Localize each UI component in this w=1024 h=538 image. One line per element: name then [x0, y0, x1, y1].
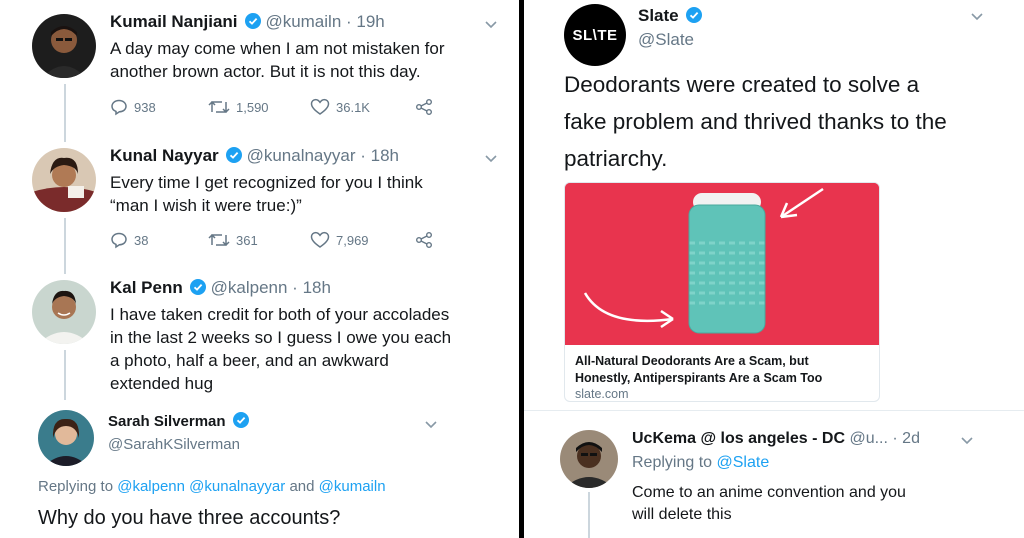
- tweet-text-line: patriarchy.: [564, 146, 668, 171]
- replying-to-last-handle[interactable]: @kumailn: [319, 478, 386, 495]
- author-handle[interactable]: @u...: [849, 430, 887, 447]
- tweet-actions: 938 1,590 36.1K: [110, 98, 434, 116]
- card-title-line: Honestly, Antiperspirants Are a Scam Too: [575, 371, 823, 385]
- author-name[interactable]: Kunal Nayyar: [110, 146, 219, 165]
- thread-connector: [64, 84, 66, 142]
- author-handle[interactable]: @kalpenn · 18h: [211, 278, 331, 297]
- like-count: 36.1K: [336, 99, 370, 115]
- reply-count: 38: [134, 232, 149, 248]
- chevron-down-icon[interactable]: [960, 436, 974, 446]
- link-card[interactable]: All-Natural Deodorants Are a Scam, but H…: [564, 182, 880, 402]
- replying-to-handle[interactable]: @Slate: [717, 454, 770, 471]
- share-icon[interactable]: [414, 98, 434, 116]
- chevron-down-icon[interactable]: [484, 20, 498, 30]
- author-name[interactable]: Kal Penn: [110, 278, 183, 297]
- tweet-actions: 38 361 7,969: [110, 231, 434, 249]
- reply-count: 938: [134, 99, 156, 115]
- retweet-count: 361: [236, 232, 258, 248]
- share-icon[interactable]: [414, 231, 434, 249]
- like-icon: [310, 231, 330, 248]
- avatar[interactable]: [32, 280, 96, 344]
- separator: [524, 410, 1024, 411]
- card-title-line: All-Natural Deodorants Are a Scam, but: [575, 354, 809, 368]
- author-name[interactable]: Slate: [638, 6, 679, 25]
- tweet-text-line: a photo, half a beer, and an awkward: [110, 351, 389, 370]
- verified-badge-icon: [244, 13, 261, 29]
- right-screenshot-panel: SL\TE Slate @Slate Deodorants were creat…: [524, 0, 1024, 538]
- retweet-count: 1,590: [236, 99, 269, 115]
- avatar[interactable]: [32, 14, 96, 78]
- author-handle[interactable]: @kumailn · 19h: [265, 12, 384, 31]
- retweet-icon: [208, 100, 230, 114]
- left-screenshot-panel: Kumail Nanjiani @kumailn · 19h A day may…: [0, 0, 520, 538]
- card-domain: slate.com: [575, 387, 629, 401]
- reply-icon: [111, 232, 127, 249]
- verified-badge-icon: [190, 279, 207, 295]
- replying-prefix: Replying to: [632, 454, 713, 471]
- author-handle[interactable]: @SarahKSilverman: [108, 436, 240, 453]
- avatar[interactable]: [38, 410, 94, 466]
- author-name[interactable]: Kumail Nanjiani: [110, 12, 238, 31]
- tweet-text-line: in the last 2 weeks so I guess I owe you…: [110, 328, 452, 347]
- author-name[interactable]: Sarah Silverman: [108, 413, 226, 430]
- tweet-text-line: Every time I get recognized for you I th…: [110, 173, 423, 192]
- chevron-down-icon[interactable]: [484, 154, 498, 164]
- reply-button[interactable]: 938: [110, 98, 208, 116]
- thread-connector: [588, 492, 590, 538]
- tweet-text-line: A day may come when I am not mistaken fo…: [110, 39, 445, 58]
- retweet-button[interactable]: 1,590: [208, 98, 310, 116]
- replying-to: Replying to @Slate: [632, 454, 769, 472]
- verified-badge-icon: [226, 147, 243, 163]
- tweet-text-line: fake problem and thrived thanks to the: [564, 109, 947, 134]
- replying-and: and: [289, 478, 315, 495]
- retweet-icon: [208, 233, 230, 247]
- tweet-time: · 2d: [892, 430, 920, 447]
- avatar[interactable]: [32, 148, 96, 212]
- like-icon: [310, 98, 330, 115]
- author-handle[interactable]: @kunalnayyar · 18h: [247, 146, 399, 165]
- author-name[interactable]: UcKema @ los angeles - DC: [632, 430, 845, 447]
- thread-connector: [64, 350, 66, 400]
- slate-logo-avatar[interactable]: SL\TE: [564, 4, 626, 66]
- retweet-button[interactable]: 361: [208, 231, 310, 249]
- reply-text-line: will delete this: [632, 506, 732, 523]
- reply-text-line: Come to an anime convention and you: [632, 484, 906, 501]
- reply-icon: [111, 99, 127, 116]
- chevron-down-icon[interactable]: [970, 12, 984, 22]
- reply-button[interactable]: 38: [110, 231, 208, 249]
- reply-text: Why do you have three accounts?: [38, 507, 341, 529]
- slate-logo-text: SL\TE: [572, 26, 618, 44]
- tweet-text-line: Deodorants were created to solve a: [564, 72, 920, 97]
- like-button[interactable]: 36.1K: [310, 98, 414, 116]
- verified-badge-icon: [686, 7, 703, 23]
- author-handle[interactable]: @Slate: [638, 30, 694, 50]
- like-count: 7,969: [336, 232, 369, 248]
- card-image: [565, 183, 879, 345]
- tweet-text-line: extended hug: [110, 374, 214, 393]
- verified-badge-icon: [233, 412, 250, 428]
- chevron-down-icon[interactable]: [424, 420, 438, 430]
- tweet-text-line: I have taken credit for both of your acc…: [110, 305, 450, 324]
- replying-to-handles[interactable]: @kalpenn @kunalnayyar: [117, 478, 285, 495]
- thread-connector: [64, 218, 66, 274]
- tweet-text-line: another brown actor. But it is not this …: [110, 62, 421, 81]
- avatar[interactable]: [560, 430, 618, 488]
- replying-to: Replying to @kalpenn @kunalnayyar and @k…: [38, 478, 386, 495]
- replying-prefix: Replying to: [38, 478, 114, 495]
- tweet-text-line: “man I wish it were true:)”: [110, 196, 302, 215]
- like-button[interactable]: 7,969: [310, 231, 414, 249]
